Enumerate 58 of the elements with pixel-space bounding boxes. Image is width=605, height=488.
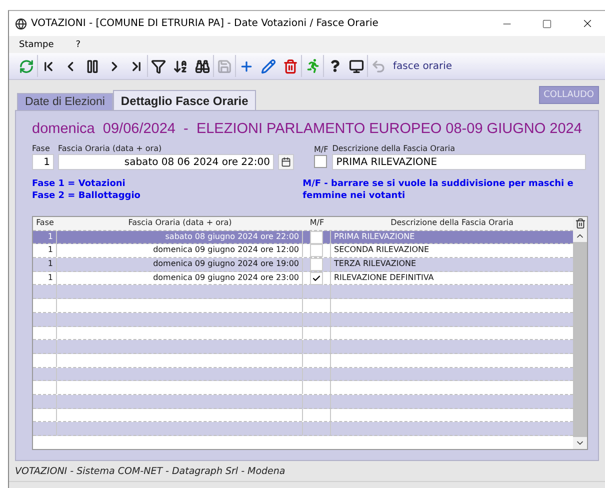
legend-text: Fase 2 = Ballottaggio: [32, 190, 142, 202]
hint-text: M/F - barrare se si vuole la suddivisione per maschi e femmine nei votanti: [302, 178, 574, 202]
field-label: M/F: [314, 145, 328, 154]
mf-checkbox[interactable]: [310, 258, 323, 272]
table-cell-text: domenica 09 giugno 2024 ore 23:00: [152, 272, 300, 284]
running-icon: [306, 59, 320, 73]
help-icon: [328, 60, 340, 72]
tab[interactable]: Dettaglio Fasce Orarie: [112, 90, 256, 110]
toolbar-label: fasce orarie: [393, 60, 452, 72]
binoculars-icon: [194, 58, 210, 74]
column-header[interactable]: M/F: [303, 217, 331, 230]
app-icon: [15, 18, 27, 30]
table-cell-text: PRIMA RILEVAZIONE: [333, 230, 416, 243]
monitor-icon: [348, 58, 364, 74]
trash-icon: [282, 58, 298, 74]
field-label: Fase: [32, 144, 51, 153]
table-cell-text: SECONDA RILEVAZIONE: [333, 244, 430, 256]
legend-text: Fase 1 = Votazioni: [32, 178, 126, 190]
column-header[interactable]: Fascia Oraria (data + ora): [57, 217, 303, 230]
table-cell-text: 1: [46, 258, 54, 270]
pause-icon: [84, 58, 100, 74]
mf-checkbox[interactable]: [310, 244, 323, 258]
mf-checkbox[interactable]: [310, 272, 323, 285]
fase-field[interactable]: 1: [32, 154, 54, 170]
field-label: Fascia Oraria (data + ora): [58, 144, 163, 153]
window-title: VOTAZIONI - [COMUNE DI ETRURIA PA] - Date Votazioni / Fasce Orarie: [31, 18, 380, 29]
column-header[interactable]: Fase: [33, 217, 57, 230]
mf-checkbox[interactable]: [314, 155, 327, 168]
delete-column-icon[interactable]: [574, 218, 586, 229]
tab[interactable]: Date di Elezioni: [17, 93, 113, 110]
menu-item[interactable]: ?: [76, 40, 81, 50]
save-icon: [217, 58, 232, 74]
refresh-icon: [18, 58, 34, 74]
election-heading: domenica 09/06/2024 - ELEZIONI PARLAMENTO EUROPEO 08-09 GIUGNO 2024: [32, 121, 583, 138]
column-header[interactable]: Descrizione della Fascia Oraria: [331, 217, 573, 230]
date-time-field[interactable]: sabato 08 06 2024 ore 22:00: [58, 154, 274, 170]
plus-icon: [239, 58, 254, 74]
status-text: VOTAZIONI - Sistema COM-NET - Datagraph Srl - Modena: [15, 466, 286, 476]
table-cell-text: domenica 09 giugno 2024 ore 12:00: [152, 244, 300, 256]
field-label: Descrizione della Fascia Oraria: [332, 144, 456, 153]
table-cell-text: RILEVAZIONE DEFINITIVA: [333, 272, 435, 284]
undo-icon: [371, 58, 386, 74]
mf-checkbox[interactable]: [310, 230, 323, 244]
mode-badge: COLLAUDO: [538, 86, 599, 104]
table-cell-text: 1: [46, 272, 54, 284]
maximize-icon[interactable]: [542, 18, 552, 28]
calendar-button[interactable]: [278, 154, 294, 170]
pencil-icon: [260, 58, 276, 74]
table-cell-text: 1: [46, 230, 54, 243]
filter-icon: [151, 58, 166, 74]
table-cell-text: domenica 09 giugno 2024 ore 19:00: [152, 258, 300, 270]
table-cell-text: 1: [46, 244, 54, 256]
check-icon: [312, 274, 321, 283]
table-cell-text: sabato 08 giugno 2024 ore 22:00: [164, 230, 300, 243]
table-cell-text: TERZA RILEVAZIONE: [333, 258, 418, 270]
description-field[interactable]: PRIMA RILEVAZIONE: [332, 154, 586, 170]
sort-icon: [172, 58, 188, 74]
menu-item[interactable]: Stampe: [19, 40, 54, 50]
